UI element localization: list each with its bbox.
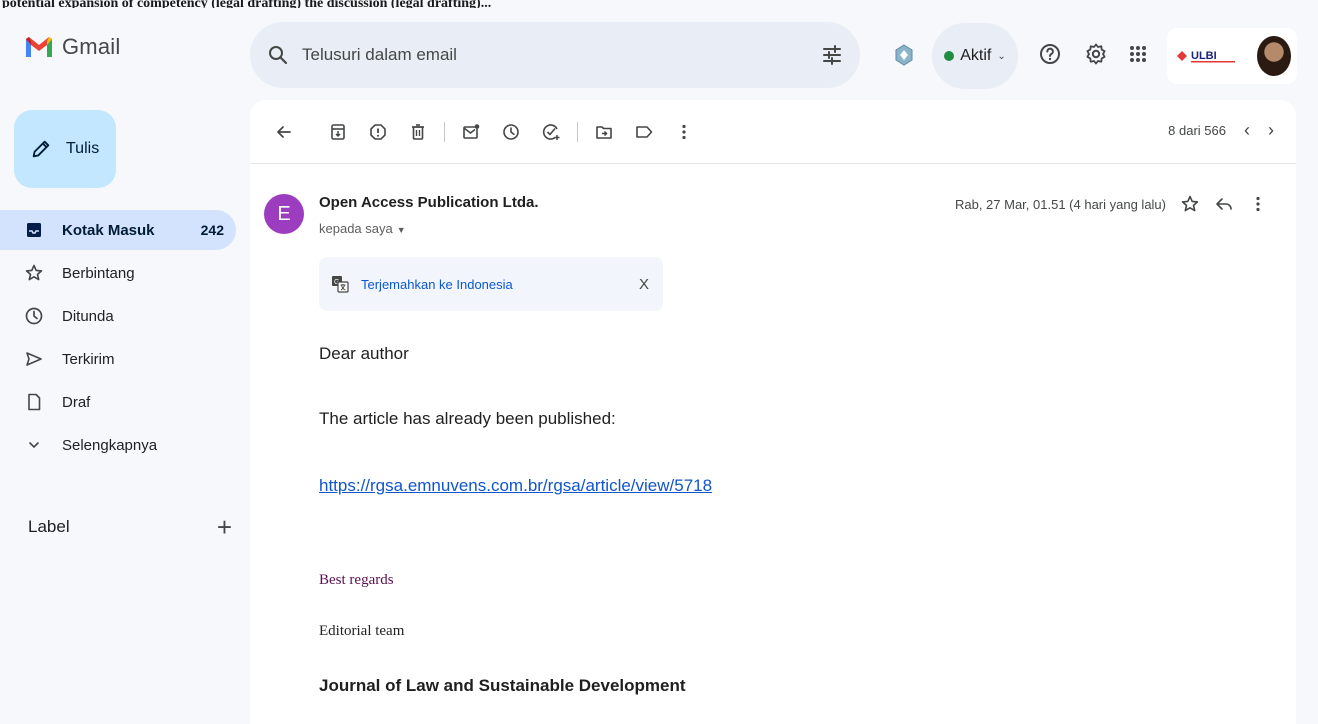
apps-grid-icon[interactable] [1126,42,1150,66]
article-link[interactable]: https://rgsa.emnuvens.com.br/rgsa/articl… [319,476,712,496]
translate-banner: G Terjemahkan ke Indonesia X [319,257,663,311]
sidebar-item-starred[interactable]: Berbintang [0,253,240,293]
status-selector[interactable]: Aktif ⌄ [932,23,1018,89]
org-logo: ULBI [1177,50,1235,63]
toolbar-divider [577,121,578,142]
status-dot [944,51,955,61]
email-greeting: Dear author [319,344,409,363]
sidebar-nav: Kotak Masuk 242 Berbintang Ditunda Terki… [0,210,240,468]
add-task-icon[interactable] [539,120,563,144]
labels-title: Label [28,517,70,536]
star-icon [25,264,43,281]
sidebar-item-label: Terkirim [62,350,115,368]
compose-button[interactable]: Tulis [14,110,116,188]
sidebar-item-label: Ditunda [62,307,114,325]
inbox-icon [27,223,41,237]
top-cut-strip: potential expansion of competency (legal… [0,0,1318,8]
close-translate-button[interactable]: X [639,276,649,293]
sidebar-item-label: Kotak Masuk [62,221,155,239]
status-label: Aktif [960,47,992,64]
more-vert-icon[interactable] [672,120,696,144]
translate-link[interactable]: Terjemahkan ke Indonesia [361,277,513,292]
label-icon[interactable] [632,120,656,144]
email-toolbar: 8 dari 566 ‹ › [250,100,1296,164]
help-icon[interactable] [1038,42,1062,66]
caret-down-icon: ▼ [396,225,406,235]
send-icon [26,352,42,366]
gmail-logo[interactable]: Gmail [24,34,120,60]
translate-icon: G [332,276,349,293]
back-arrow-icon[interactable] [272,120,296,144]
sidebar-item-more[interactable]: Selengkapnya [0,425,240,465]
recipient-toggle[interactable]: kepada saya ▼ [319,221,406,236]
pagination-text: 8 dari 566 [1168,123,1226,138]
reply-icon[interactable] [1214,194,1234,214]
top-strip-text: potential expansion of competency (legal… [2,0,492,8]
email-view: 8 dari 566 ‹ › E Open Access Publication… [250,100,1296,724]
report-spam-icon[interactable] [366,120,390,144]
user-avatar[interactable] [1257,36,1291,76]
clock-icon [25,307,43,325]
gmail-m-icon [26,37,52,57]
toolbar-divider [444,121,445,142]
signature-regards: Best regards [319,572,394,588]
chevron-down-icon: ⌄ [997,50,1006,62]
sidebar-item-label: Draf [62,393,91,411]
labels-section-header: Label + [28,514,232,540]
archive-icon[interactable] [326,120,350,144]
signature-journal: Journal of Law and Sustainable Developme… [319,676,686,695]
pagination: 8 dari 566 ‹ › [1168,120,1274,141]
settings-icon[interactable] [1084,42,1108,66]
signature-team: Editorial team [319,623,405,639]
unread-count: 242 [200,222,224,238]
search-input[interactable] [302,45,812,65]
compose-label: Tulis [66,140,100,157]
gemini-icon[interactable] [894,44,914,66]
sender-name[interactable]: Open Access Publication Ltda. [319,194,539,211]
add-label-button[interactable]: + [217,514,232,540]
sender-avatar[interactable]: E [264,194,304,234]
prev-page-button[interactable]: ‹ [1244,120,1250,141]
draft-icon [28,393,41,411]
next-page-button[interactable]: › [1268,120,1274,141]
mark-unread-icon[interactable] [459,120,483,144]
tune-icon[interactable] [820,43,844,67]
sidebar-item-drafts[interactable]: Draf [0,382,240,422]
pencil-icon [32,140,50,158]
org-logo-text: ULBI [1191,50,1217,62]
more-vert-icon[interactable] [1248,194,1268,214]
search-icon[interactable] [266,43,290,67]
message-date: Rab, 27 Mar, 01.51 (4 hari yang lalu) [954,196,1166,212]
chevron-down-icon [29,442,39,449]
email-body-line: The article has already been published: [319,409,616,428]
sidebar-item-inbox[interactable]: Kotak Masuk 242 [0,210,236,250]
message-meta: Rab, 27 Mar, 01.51 (4 hari yang lalu) [955,194,1268,214]
sidebar-item-label: Selengkapnya [62,436,158,454]
star-icon[interactable] [1180,194,1200,214]
move-to-icon[interactable] [592,120,616,144]
recipient-label: kepada saya [319,221,393,236]
account-switcher[interactable]: ULBI [1167,28,1297,84]
app-name: Gmail [62,34,121,59]
snooze-icon[interactable] [499,120,523,144]
search-bar [250,22,860,88]
sidebar-item-snoozed[interactable]: Ditunda [0,296,240,336]
delete-icon[interactable] [406,120,430,144]
sidebar-item-label: Berbintang [62,264,135,282]
sidebar-item-sent[interactable]: Terkirim [0,339,240,379]
